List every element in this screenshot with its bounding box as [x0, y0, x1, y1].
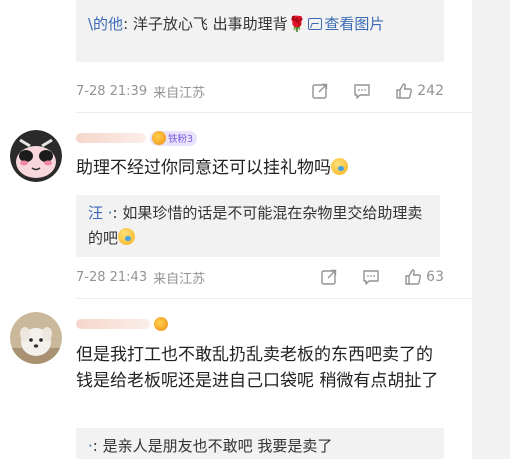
- share-icon: [321, 269, 337, 285]
- reply-button[interactable]: [353, 82, 371, 100]
- rose-icon: 🌹: [287, 15, 307, 33]
- avatar-image: [10, 130, 62, 182]
- comment-actions: 242: [287, 81, 444, 101]
- comment-username[interactable]: [76, 314, 168, 334]
- avatar-image: [10, 312, 62, 364]
- sweat-emoji-icon: [118, 228, 136, 245]
- reply-text: : 如果珍惜的话是不可能混在杂物里交给助理卖的吧: [88, 204, 423, 247]
- reply-box[interactable]: 汪 ·: 如果珍惜的话是不可能混在杂物里交给助理卖的吧: [76, 195, 440, 257]
- thumbs-up-icon: [396, 83, 413, 99]
- divider: [76, 298, 472, 299]
- like-count: 242: [417, 83, 444, 99]
- share-icon: [312, 83, 328, 99]
- comment-icon: [354, 84, 370, 99]
- comment-item: \的他: 洋子放心飞 出事助理背🌹 查看图片 7-28 21:39 来自江苏 24…: [0, 0, 472, 108]
- like-button[interactable]: 242: [395, 82, 444, 100]
- avatar[interactable]: [10, 312, 62, 364]
- share-button[interactable]: [311, 82, 329, 100]
- medal-icon: [152, 131, 166, 145]
- like-button[interactable]: 63: [404, 268, 444, 286]
- comment-location: 来自江苏: [153, 85, 206, 101]
- image-icon: [308, 18, 323, 30]
- avatar[interactable]: [10, 130, 62, 182]
- username-redacted: [76, 319, 150, 329]
- medal-icon: [154, 317, 168, 331]
- comment-icon: [363, 270, 379, 285]
- comment-item: 但是我打工也不敢乱扔乱卖老板的东西吧卖了的钱是给老板呢还是进自己口袋呢 稍微有点…: [0, 306, 472, 459]
- comment-meta: 7-28 21:43 来自江苏 63: [76, 267, 444, 287]
- comment-actions: 63: [296, 267, 444, 287]
- fan-badge: 铁粉3: [150, 130, 198, 146]
- comment-feed: \的他: 洋子放心飞 出事助理背🌹 查看图片 7-28 21:39 来自江苏 24…: [0, 0, 510, 459]
- view-image-link[interactable]: 查看图片: [324, 15, 384, 33]
- reply-box[interactable]: ·: 是亲人是朋友也不敢吧 我要是卖了: [76, 428, 444, 459]
- reply-text: : 洋子放心飞 出事助理背: [123, 15, 288, 33]
- comment-meta: 7-28 21:39 来自江苏 242: [76, 81, 444, 101]
- right-gutter: [472, 0, 510, 459]
- thumbs-up-icon: [405, 269, 422, 285]
- like-count: 63: [426, 269, 444, 285]
- share-button[interactable]: [320, 268, 338, 286]
- comment-item: 铁粉3 助理不经过你同意还可以挂礼物吗 汪 ·: 如果珍惜的话是不可能混在杂物里…: [0, 122, 472, 294]
- username-redacted: [76, 133, 146, 143]
- comment-username[interactable]: 铁粉3: [76, 128, 198, 148]
- comment-location: 来自江苏: [153, 271, 206, 287]
- divider: [76, 112, 472, 113]
- reply-button[interactable]: [362, 268, 380, 286]
- comment-text: 但是我打工也不敢乱扔乱卖老板的东西吧卖了的钱是给老板呢还是进自己口袋呢 稍微有点…: [76, 345, 439, 391]
- comment-time: 7-28 21:39: [76, 83, 148, 99]
- reply-text: : 是亲人是朋友也不敢吧 我要是卖了: [92, 437, 333, 455]
- sweat-emoji-icon: [331, 158, 348, 175]
- reply-username[interactable]: \的他: [88, 15, 123, 33]
- reply-box[interactable]: \的他: 洋子放心飞 出事助理背🌹 查看图片: [76, 0, 444, 62]
- reply-username[interactable]: 汪 ·: [88, 204, 113, 222]
- comment-time: 7-28 21:43: [76, 269, 148, 285]
- comment-text: 助理不经过你同意还可以挂礼物吗: [76, 155, 348, 181]
